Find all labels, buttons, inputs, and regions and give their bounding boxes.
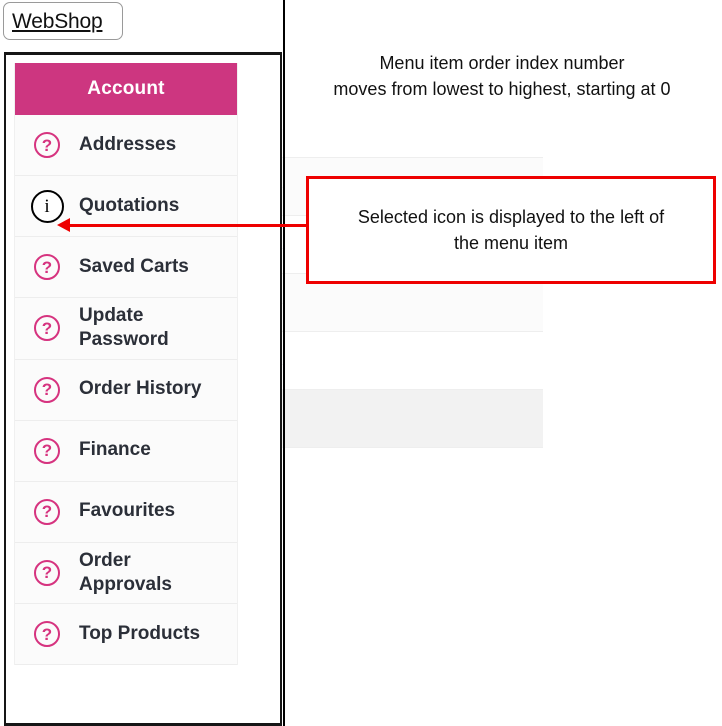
webshop-tab-label[interactable]: WebShop [12,10,103,34]
callout-box-annotation: Selected icon is displayed to the left o… [306,176,716,284]
menu-item-quotations[interactable]: i Quotations [15,176,237,237]
menu-item-saved-carts[interactable]: ? Saved Carts [15,237,237,298]
account-menu-title: Account [87,78,165,99]
account-panel: Account ? Addresses i Quotations ? Saved… [4,52,282,726]
callout-line-2: the menu item [453,233,569,253]
menu-item-order-history[interactable]: ? Order History [15,359,237,421]
question-circle-icon-glyph: ? [34,621,60,648]
menu-item-label: Quotations [79,194,180,216]
question-circle-icon: ? [15,315,79,342]
question-circle-icon-glyph: ? [34,498,60,525]
question-circle-icon-glyph: ? [34,376,60,403]
webshop-tab[interactable]: WebShop [3,2,123,40]
vertical-divider [283,0,285,726]
menu-item-label: Update Password [79,305,169,351]
background-list-item [243,390,543,448]
account-menu: Account ? Addresses i Quotations ? Saved… [14,63,238,666]
top-caption-line-1: Menu item order index number [379,53,625,73]
menu-item-favourites[interactable]: ? Favourites [15,481,237,543]
question-circle-icon-glyph: ? [34,437,60,464]
question-circle-icon-glyph: ? [34,315,60,342]
menu-item-label: Order History [79,378,202,400]
question-circle-icon: ? [15,559,79,586]
question-circle-icon-glyph: ? [34,132,60,158]
question-circle-icon: ? [15,498,79,525]
callout-arrow-head [57,218,70,232]
menu-item-label: Favourites [79,500,176,522]
question-circle-icon: ? [15,132,79,158]
menu-item-label: Top Products [79,623,201,645]
question-circle-icon: ? [15,376,79,403]
account-menu-header: Account [15,63,237,115]
top-caption-line-2: moves from lowest to highest, starting a… [333,79,671,100]
menu-item-top-products[interactable]: ? Top Products [15,604,237,666]
question-circle-icon: ? [15,437,79,464]
top-caption-annotation: Menu item order index number moves from … [292,50,712,102]
callout-text: Selected icon is displayed to the left o… [344,204,678,256]
menu-item-label: Addresses [79,133,177,155]
background-list-item: A [243,332,543,390]
question-circle-icon: ? [15,621,79,648]
question-circle-icon: ? [15,254,79,280]
menu-item-label: Order Approvals [79,549,172,595]
menu-item-order-approvals[interactable]: ? Order Approvals [15,542,237,605]
callout-line-1: Selected icon is displayed to the left o… [357,206,665,227]
menu-item-label: Finance [79,439,151,461]
menu-item-update-password[interactable]: ? Update Password [15,298,237,360]
callout-arrow-line [62,224,308,227]
background-list-item: C [243,100,543,158]
menu-item-label: Saved Carts [79,255,189,277]
menu-item-addresses[interactable]: ? Addresses [15,115,237,176]
menu-item-finance[interactable]: ? Finance [15,420,237,482]
question-circle-icon-glyph: ? [34,559,60,586]
question-circle-icon-glyph: ? [34,254,60,280]
